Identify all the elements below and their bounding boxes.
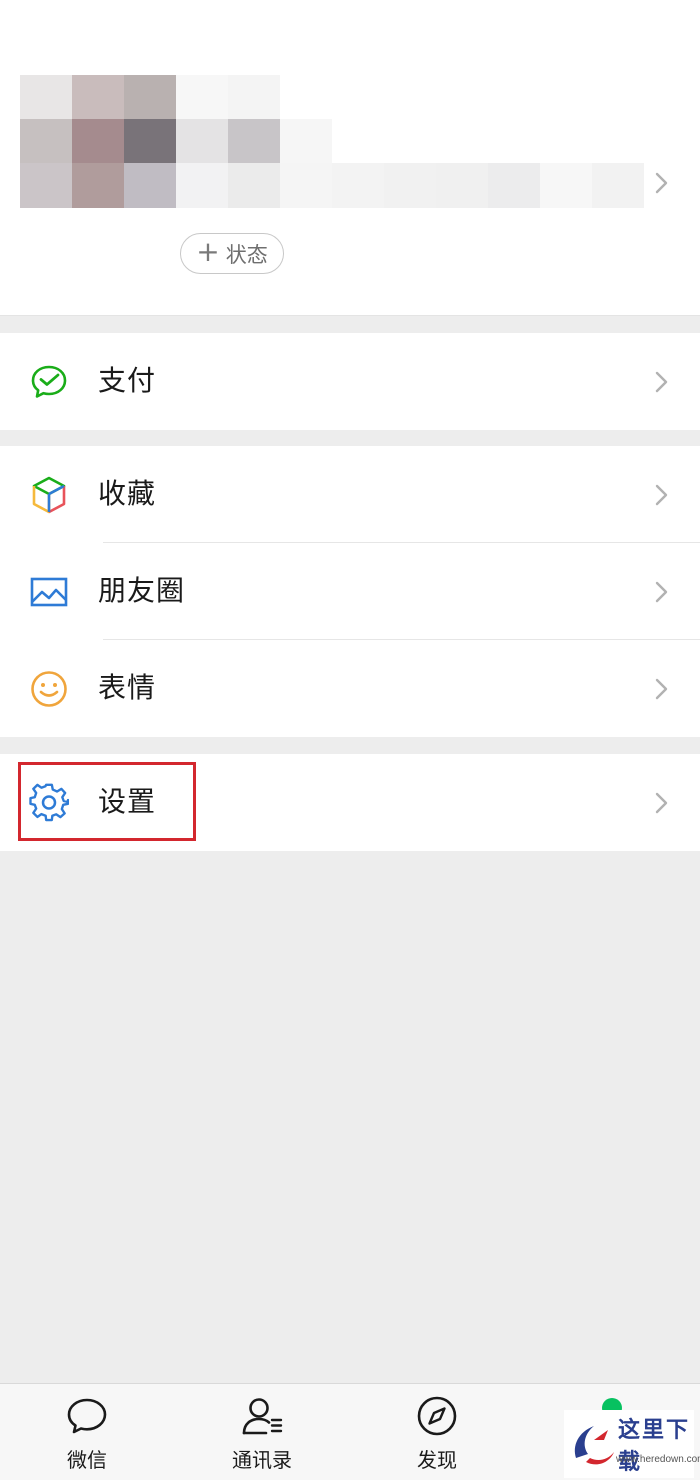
profile-header[interactable]: + 状态 (0, 0, 700, 316)
blurred-profile-info (20, 75, 644, 208)
add-status-button[interactable]: + 状态 (180, 233, 284, 274)
chevron-right-icon (655, 678, 668, 700)
menu-item-settings[interactable]: 设置 (0, 754, 700, 851)
tab-label: 通讯录 (232, 1448, 292, 1472)
menu-group-pay: 支付 (0, 333, 700, 430)
menu-item-favorites[interactable]: 收藏 (0, 446, 700, 543)
watermark-url: www.heredown.com (616, 1454, 700, 1465)
mosaic-pixel (20, 75, 72, 119)
chevron-right-icon (655, 792, 668, 814)
menu-item-label: 收藏 (98, 477, 157, 510)
tab-discover[interactable]: 发现 (377, 1384, 497, 1480)
menu-item-pay[interactable]: 支付 (0, 333, 700, 430)
menu-item-stickers[interactable]: 表情 (0, 640, 700, 737)
menu-item-moments[interactable]: 朋友圈 (0, 543, 700, 640)
smiley-icon (31, 671, 67, 707)
mosaic-pixel (280, 163, 332, 208)
mosaic-pixel (176, 75, 228, 119)
plus-icon: + (196, 235, 220, 268)
mosaic-pixel (72, 75, 124, 119)
contacts-icon (242, 1398, 283, 1435)
cube-icon (32, 476, 66, 514)
chat-bubble-icon (67, 1398, 107, 1434)
menu-item-label: 朋友圈 (98, 574, 186, 607)
menu-item-label: 设置 (98, 785, 157, 818)
menu-item-label: 表情 (98, 671, 157, 704)
mosaic-pixel (280, 119, 332, 163)
mosaic-pixel (228, 163, 280, 208)
mosaic-pixel (176, 163, 228, 208)
tab-label: 微信 (67, 1448, 107, 1472)
menu-group-settings: 设置 (0, 754, 700, 851)
status-button-label: 状态 (225, 242, 268, 267)
mosaic-pixel (332, 163, 384, 208)
mosaic-pixel (20, 163, 72, 208)
gear-icon (29, 783, 69, 822)
mosaic-pixel (124, 75, 176, 119)
chevron-right-icon (655, 371, 668, 393)
tab-chats[interactable]: 微信 (27, 1384, 147, 1480)
mosaic-pixel (72, 119, 124, 163)
tab-label: 发现 (417, 1448, 457, 1472)
mosaic-pixel (228, 75, 280, 119)
mosaic-pixel (124, 163, 176, 208)
mosaic-pixel (384, 163, 436, 208)
wechat-pay-icon (31, 365, 67, 398)
compass-icon (417, 1396, 457, 1436)
picture-icon (30, 577, 68, 607)
mosaic-pixel (540, 163, 592, 208)
menu-item-label: 支付 (98, 364, 157, 397)
chevron-right-icon (655, 172, 668, 194)
mosaic-pixel (592, 163, 644, 208)
mosaic-pixel (436, 163, 488, 208)
chevron-right-icon (655, 581, 668, 603)
mosaic-pixel (176, 119, 228, 163)
mosaic-pixel (72, 163, 124, 208)
menu-group-content: 收藏 朋友圈 表情 (0, 446, 700, 737)
chevron-right-icon (655, 484, 668, 506)
watermark-text: 这里下载 (618, 1417, 691, 1475)
tab-contacts[interactable]: 通讯录 (202, 1384, 322, 1480)
mosaic-pixel (228, 119, 280, 163)
mosaic-pixel (488, 163, 540, 208)
mosaic-pixel (20, 119, 72, 163)
me-page: + 状态 支付 收藏 朋友圈 表情 设置 微信 通讯录 发现 这里下载 www.… (0, 0, 700, 1480)
mosaic-pixel (124, 119, 176, 163)
